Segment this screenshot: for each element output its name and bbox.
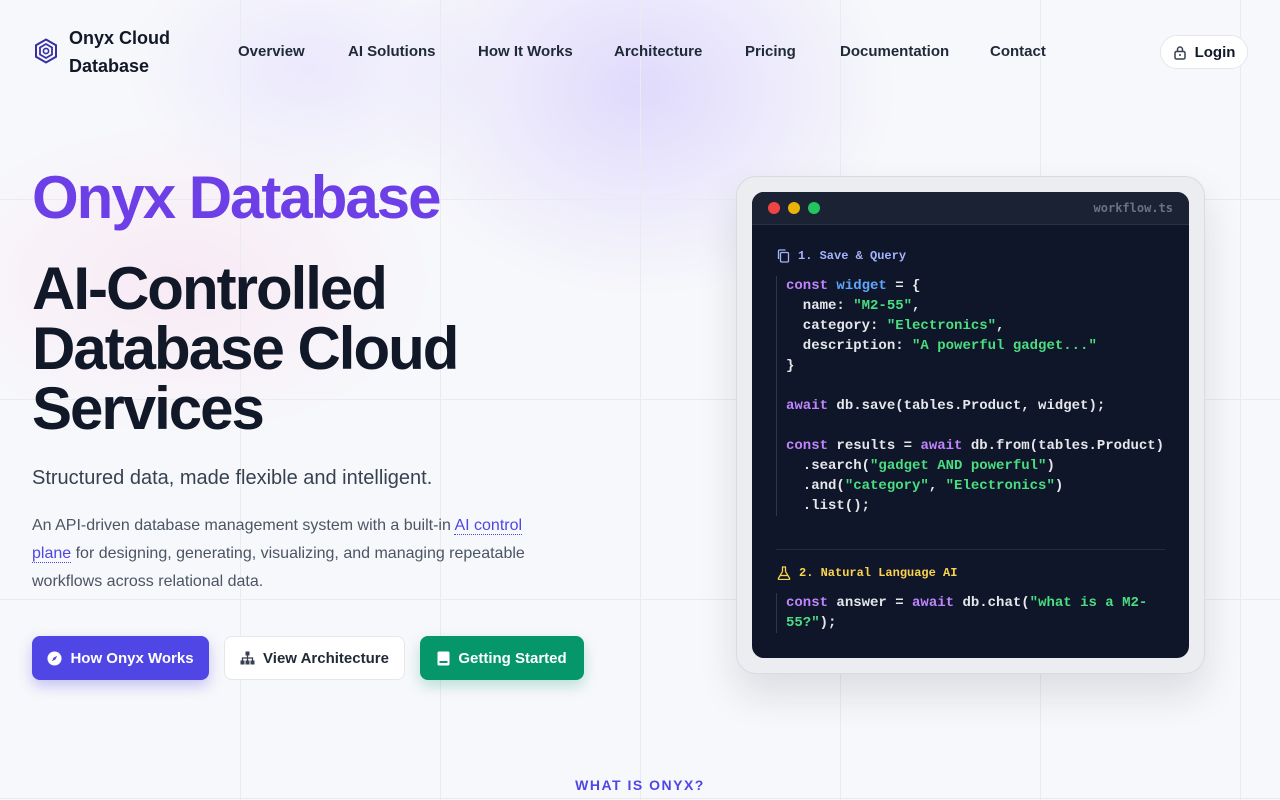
code-line: const results = await db.from(tables.Pro… (786, 438, 1165, 454)
nav-documentation[interactable]: Documentation (840, 43, 949, 60)
code-line: const answer = await db.chat("what is a … (786, 595, 1148, 611)
section1-label-text: 1. Save & Query (798, 249, 907, 263)
code-block-natural-language: const answer = await db.chat("what is a … (776, 593, 1147, 633)
code-line: await db.save(tables.Product, widget); (786, 398, 1106, 414)
section-kicker: WHAT IS ONYX? (575, 777, 705, 793)
hero-headline: AI-Controlled Database Cloud Services (32, 255, 459, 442)
how-onyx-works-button[interactable]: How Onyx Works (32, 636, 209, 680)
logo-line1: Onyx Cloud (69, 28, 171, 48)
code-filename: workflow.ts (1093, 201, 1173, 215)
code-line: .search("gadget AND powerful") (786, 458, 1055, 474)
nav-contact[interactable]: Contact (990, 43, 1046, 60)
maximize-dot-icon (808, 202, 820, 214)
copy-icon (777, 249, 790, 263)
section2-label-text: 2. Natural Language AI (799, 566, 958, 580)
section2-label: 2. Natural Language AI (777, 566, 957, 580)
how-onyx-works-label: How Onyx Works (70, 649, 194, 667)
code-line: .list(); (786, 498, 871, 514)
code-divider (776, 549, 1165, 550)
nav-overview[interactable]: Overview (238, 43, 305, 60)
view-architecture-label: View Architecture (263, 649, 389, 667)
code-line: .and("category", "Electronics") (786, 478, 1064, 494)
hexagon-logo-icon (35, 38, 57, 64)
login-label: Login (1194, 43, 1236, 61)
sitemap-icon (240, 651, 255, 665)
code-line: description: "A powerful gadget..." (786, 338, 1097, 354)
hero-subline: Structured data, made flexible and intel… (32, 467, 433, 489)
logo[interactable]: Onyx Cloud Database (33, 24, 189, 80)
code-window-titlebar: workflow.ts (752, 192, 1189, 225)
getting-started-button[interactable]: Getting Started (420, 636, 584, 680)
code-line: } (786, 358, 795, 374)
logo-text: Onyx Cloud Database (69, 24, 189, 80)
logo-line2: Database (69, 56, 150, 76)
flask-icon (777, 566, 791, 580)
desc-text-before: An API-driven database management system… (32, 517, 455, 534)
nav-pricing[interactable]: Pricing (745, 43, 796, 60)
minimize-dot-icon (788, 202, 800, 214)
code-line: name: "M2-55", (786, 298, 921, 314)
compass-icon (47, 650, 62, 666)
nav-architecture[interactable]: Architecture (614, 43, 702, 60)
login-button[interactable]: Login (1160, 35, 1248, 69)
getting-started-label: Getting Started (458, 649, 567, 667)
code-line: 55?"); (786, 615, 837, 631)
site-header: Onyx Cloud Database Overview AI Solution… (0, 0, 1280, 104)
hero-description: An API-driven database management system… (32, 512, 552, 596)
desc-text-after: for designing, generating, visualizing, … (32, 545, 525, 590)
lock-icon (1173, 45, 1186, 60)
code-block-save-query: const widget = { name: "M2-55", category… (776, 276, 1164, 516)
close-dot-icon (768, 202, 780, 214)
book-icon (437, 651, 450, 665)
nav-ai-solutions[interactable]: AI Solutions (348, 43, 436, 60)
code-window: workflow.ts 1. Save & Query const widget… (752, 192, 1189, 658)
brand-title: Onyx Database (32, 164, 442, 231)
section1-label: 1. Save & Query (777, 249, 906, 263)
code-line: const widget = { (786, 278, 921, 294)
view-architecture-button[interactable]: View Architecture (224, 636, 405, 680)
code-line: category: "Electronics", (786, 318, 1005, 334)
nav-how-it-works[interactable]: How It Works (478, 43, 573, 60)
